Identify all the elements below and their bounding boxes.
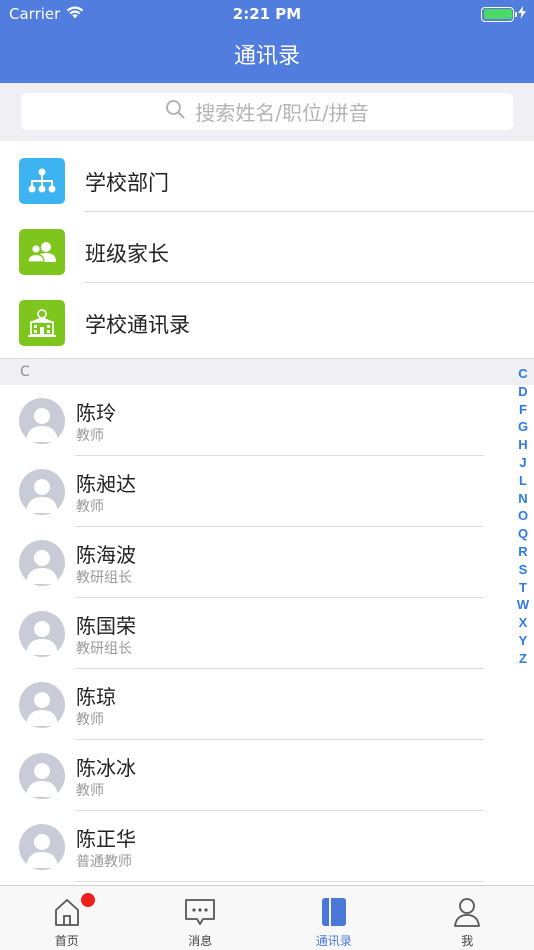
avatar (19, 753, 65, 799)
tab-label: 首页 (54, 934, 79, 948)
category-menu: 学校部门 班级家长 学校通讯录 (0, 141, 534, 354)
alphabet-index[interactable]: C D F G H J L N O Q R S T W X Y Z (516, 365, 530, 668)
contact-role: 普通教师 (76, 854, 132, 870)
contact-row[interactable]: 陈正华 普通教师 (0, 811, 534, 882)
index-letter-l[interactable]: L (519, 472, 527, 490)
menu-item-label: 学校通讯录 (85, 313, 190, 337)
school-building-icon (19, 300, 65, 346)
index-letter-x[interactable]: X (519, 614, 528, 632)
message-icon (184, 896, 216, 928)
index-letter-f[interactable]: F (519, 401, 527, 419)
contact-name: 陈昶达 (76, 472, 136, 496)
menu-item-school-departments[interactable]: 学校部门 (0, 141, 534, 212)
contact-row[interactable]: 陈海波 教研组长 (0, 527, 534, 598)
menu-item-class-parents[interactable]: 班级家长 (0, 212, 534, 283)
contact-row[interactable]: 陈冰冰 教师 (0, 740, 534, 811)
contact-name: 陈国荣 (76, 614, 136, 638)
contact-row[interactable]: 陈玲 教师 (0, 385, 534, 456)
tab-bar: 首页 消息 通讯录 我 (0, 885, 534, 950)
avatar (19, 824, 65, 870)
tab-messages[interactable]: 消息 (134, 886, 268, 950)
index-letter-h[interactable]: H (518, 436, 527, 454)
search-area: 搜索姓名/职位/拼音 (0, 83, 534, 141)
status-right (481, 5, 526, 23)
index-letter-s[interactable]: S (519, 561, 528, 579)
index-letter-j[interactable]: J (519, 454, 526, 472)
contact-row[interactable]: 陈国荣 教研组长 (0, 598, 534, 669)
index-letter-o[interactable]: O (518, 507, 528, 525)
index-letter-g[interactable]: G (518, 418, 528, 436)
search-input[interactable]: 搜索姓名/职位/拼音 (21, 93, 513, 130)
contact-name: 陈正华 (76, 827, 136, 851)
index-letter-r[interactable]: R (518, 543, 527, 561)
contact-role: 教师 (76, 783, 104, 799)
menu-item-school-directory[interactable]: 学校通讯录 (0, 283, 534, 354)
contact-list: 陈玲 教师 陈昶达 教师 陈海波 教研组长 陈国荣 教研组长 陈琼 教师 陈冰冰… (0, 385, 534, 882)
avatar (19, 469, 65, 515)
avatar (19, 611, 65, 657)
contact-role: 教研组长 (76, 641, 132, 657)
people-icon (19, 229, 65, 275)
tab-label: 我 (461, 934, 474, 948)
contact-row[interactable]: 陈琼 教师 (0, 669, 534, 740)
contact-role: 教师 (76, 712, 104, 728)
index-letter-q[interactable]: Q (518, 525, 528, 543)
search-placeholder: 搜索姓名/职位/拼音 (195, 101, 369, 125)
contact-role: 教研组长 (76, 570, 132, 586)
index-letter-t[interactable]: T (519, 579, 527, 597)
status-time: 2:21 PM (232, 5, 302, 23)
contact-name: 陈冰冰 (76, 756, 136, 780)
status-bar: Carrier 2:21 PM (0, 0, 534, 28)
org-chart-icon (19, 158, 65, 204)
index-letter-w[interactable]: W (517, 596, 529, 614)
avatar (19, 682, 65, 728)
index-letter-c[interactable]: C (518, 365, 527, 383)
index-letter-d[interactable]: D (518, 383, 527, 401)
home-icon (53, 896, 81, 928)
avatar (19, 398, 65, 444)
contact-role: 教师 (76, 499, 104, 515)
index-letter-z[interactable]: Z (519, 650, 527, 668)
index-letter-y[interactable]: Y (519, 632, 528, 650)
battery-icon (481, 6, 517, 22)
tab-label: 消息 (188, 934, 213, 948)
contact-name: 陈玲 (76, 401, 116, 425)
person-icon (453, 896, 481, 928)
tab-me[interactable]: 我 (401, 886, 534, 950)
contact-role: 教师 (76, 428, 104, 444)
notification-badge (81, 893, 95, 907)
menu-item-label: 学校部门 (85, 171, 169, 195)
contact-name: 陈海波 (76, 543, 136, 567)
search-icon (165, 99, 185, 124)
charging-icon (518, 5, 526, 23)
tab-label: 通讯录 (315, 934, 352, 948)
nav-header: Carrier 2:21 PM 通讯录 (0, 0, 534, 83)
index-letter-n[interactable]: N (518, 490, 527, 508)
page-title: 通讯录 (233, 44, 300, 69)
tab-home[interactable]: 首页 (0, 886, 134, 950)
menu-item-label: 班级家长 (85, 242, 169, 266)
divider (75, 881, 484, 882)
section-header: C (0, 358, 534, 385)
contact-name: 陈琼 (76, 685, 116, 709)
contacts-book-icon (321, 896, 347, 928)
tab-contacts[interactable]: 通讯录 (267, 886, 401, 950)
avatar (19, 540, 65, 586)
contact-row[interactable]: 陈昶达 教师 (0, 456, 534, 527)
